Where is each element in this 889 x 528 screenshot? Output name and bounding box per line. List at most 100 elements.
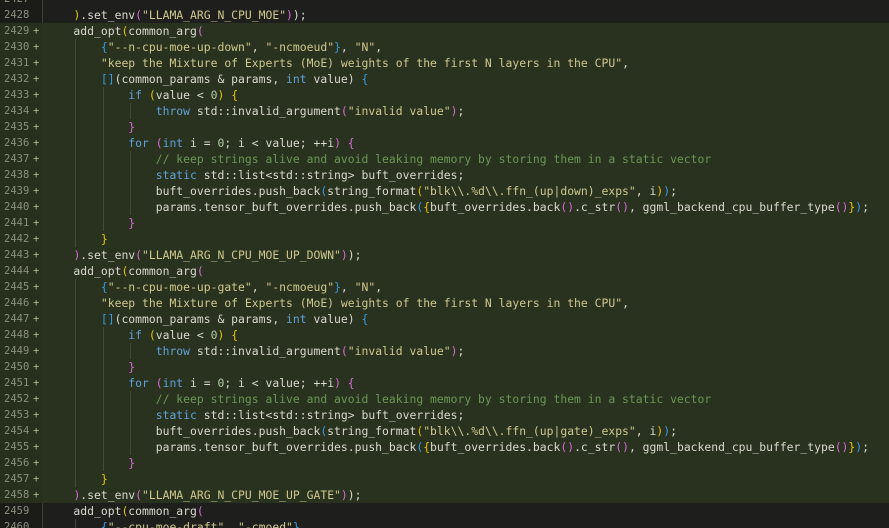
code-line[interactable]: 2450 + }	[0, 359, 889, 375]
code-line[interactable]: 2439 + buft_overrides.push_back(string_fo…	[0, 183, 889, 199]
code-token: .set_env	[80, 8, 136, 22]
code-token: "blk\\.%d\\.ffn_(up|down)_exps"	[423, 184, 636, 198]
code-line[interactable]: 2428 ).set_env("LLAMA_ARG_N_CPU_MOE"));	[0, 7, 889, 23]
code-token: );	[292, 8, 307, 22]
code-token: "invalid value"	[347, 104, 451, 118]
code-line[interactable]: 2432 + [](common_params & params, int val…	[0, 71, 889, 87]
code-token: {	[347, 136, 355, 150]
code-line[interactable]: 2454 + buft_overrides.push_back(string_fo…	[0, 423, 889, 439]
code-line[interactable]: 2451 + for (int i = 0; i < value; ++i) {	[0, 375, 889, 391]
diff-added-marker: +	[33, 329, 40, 341]
diff-added-marker: +	[33, 233, 40, 245]
code-token: common_arg	[128, 24, 197, 38]
line-gutter: 2429 +	[0, 23, 42, 39]
code-line[interactable]: 2443 + ) .set_env("LLAMA_ARG_N_CPU_MOE_UP_…	[0, 247, 889, 263]
code-token: if	[128, 328, 143, 342]
code-line[interactable]: 2433 + if (value < 0) {	[0, 87, 889, 103]
line-number: 2447	[4, 313, 30, 325]
code-token: }	[128, 120, 136, 134]
code-line[interactable]: 2453 + static std::list<std::string> buft…	[0, 407, 889, 423]
code-token: ; i < value; ++i	[224, 136, 335, 150]
line-number: 2438	[4, 169, 30, 181]
code-line[interactable]: 2436 + for (int i = 0; i < value; ++i) {	[0, 135, 889, 151]
code-token: i =	[183, 136, 218, 150]
code-line[interactable]: 2430 + {"--n-cpu-moe-up-down", "-ncmoeud"…	[0, 39, 889, 55]
code-token: );	[347, 248, 362, 262]
code-line[interactable]: 2456 + }	[0, 455, 889, 471]
code-line[interactable]: 2447 + [](common_params & params, int val…	[0, 311, 889, 327]
line-number: 2446	[4, 297, 30, 309]
diff-added-marker: +	[33, 265, 40, 277]
code-line[interactable]: 2442 + }	[0, 231, 889, 247]
code-token: (	[196, 24, 204, 38]
code-line[interactable]: 2434 + throw std::invalid_argument("inval…	[0, 103, 889, 119]
code-line[interactable]: 2457 + }	[0, 471, 889, 487]
line-number: 2427	[4, 0, 29, 7]
code-line[interactable]: 2446 + "keep the Mixture of Experts (MoE)…	[0, 295, 889, 311]
code-token: "keep the Mixture of Experts (MoE) weigh…	[100, 296, 623, 310]
code-line[interactable]: 2441 + }	[0, 215, 889, 231]
code-line[interactable]: 2440 + params.tensor_buft_overrides.push_…	[0, 199, 889, 215]
code-line[interactable]: 2438 + static std::list<std::string> buft…	[0, 167, 889, 183]
diff-added-marker: +	[33, 89, 40, 101]
diff-added-marker: +	[33, 249, 40, 261]
code-token: // keep strings alive and avoid leaking …	[155, 152, 712, 166]
code-text: // keep strings alive and avoid leaking …	[46, 391, 711, 407]
code-text: {"--cpu-moe-draft", "-cmoed"},	[46, 519, 307, 528]
code-token: "invalid value"	[347, 344, 451, 358]
code-token: "--n-cpu-moe-up-down"	[107, 40, 252, 54]
code-line[interactable]: 2448 + if (value < 0) {	[0, 327, 889, 343]
code-line[interactable]: 2427	[0, 0, 889, 7]
code-token: std::list<std::string> buft_overrides;	[196, 168, 465, 182]
code-token: {	[100, 280, 108, 294]
line-gutter: 2435 +	[0, 119, 42, 135]
code-line[interactable]: 2458 + ) .set_env("LLAMA_ARG_N_CPU_MOE_UP_…	[0, 487, 889, 503]
code-token: {	[231, 88, 239, 102]
line-number: 2459	[4, 505, 30, 517]
code-line[interactable]: 2444 + add_opt(common_arg(	[0, 263, 889, 279]
line-gutter: 2437 +	[0, 151, 42, 167]
line-number: 2443	[4, 249, 30, 261]
code-token: []	[100, 312, 115, 326]
code-line[interactable]: 2449 + throw std::invalid_argument("inval…	[0, 343, 889, 359]
code-text: throw std::invalid_argument("invalid val…	[46, 103, 465, 119]
line-gutter: 2454 +	[0, 423, 42, 439]
code-line[interactable]: 2429 + add_opt(common_arg(	[0, 23, 889, 39]
line-gutter: 2449 +	[0, 343, 42, 359]
diff-added-marker: +	[33, 409, 40, 421]
code-line[interactable]: 2452 + // keep strings alive and avoid le…	[0, 391, 889, 407]
code-line[interactable]: 2437 + // keep strings alive and avoid le…	[0, 151, 889, 167]
code-token: (	[155, 136, 163, 150]
code-token: ;	[670, 184, 677, 198]
code-token: )	[334, 136, 341, 150]
line-gutter: 2448 +	[0, 327, 42, 343]
code-line[interactable]: 2455 + params.tensor_buft_overrides.push_…	[0, 439, 889, 455]
code-line[interactable]: 2445 + {"--n-cpu-moe-up-gate", "-ncmoeug"…	[0, 279, 889, 295]
code-line[interactable]: 2460 {"--cpu-moe-draft", "-cmoed"},	[0, 519, 889, 528]
code-token: buft_overrides.push_back	[46, 184, 321, 198]
code-token: (	[155, 376, 163, 390]
diff-added-marker: +	[33, 217, 40, 229]
code-token: ;	[457, 104, 465, 118]
code-token: "blk\\.%d\\.ffn_(up|gate)_exps"	[423, 424, 636, 438]
diff-added-marker: +	[33, 201, 40, 213]
code-text: }	[46, 119, 135, 135]
code-line[interactable]: 2459 add_opt(common_arg(	[0, 503, 889, 519]
line-gutter: 2434 +	[0, 103, 42, 119]
line-number: 2437	[4, 153, 30, 165]
code-token: ()	[834, 200, 849, 214]
code-token: );	[347, 488, 362, 502]
diff-added-marker: +	[33, 377, 40, 389]
code-line[interactable]: 2435 + }	[0, 119, 889, 135]
code-line[interactable]: 2431 + "keep the Mixture of Experts (MoE)…	[0, 55, 889, 71]
code-editor[interactable]: 24272428 ).set_env("LLAMA_ARG_N_CPU_MOE"…	[0, 0, 889, 528]
line-gutter: 2430 +	[0, 39, 42, 55]
code-token: int	[286, 72, 307, 86]
